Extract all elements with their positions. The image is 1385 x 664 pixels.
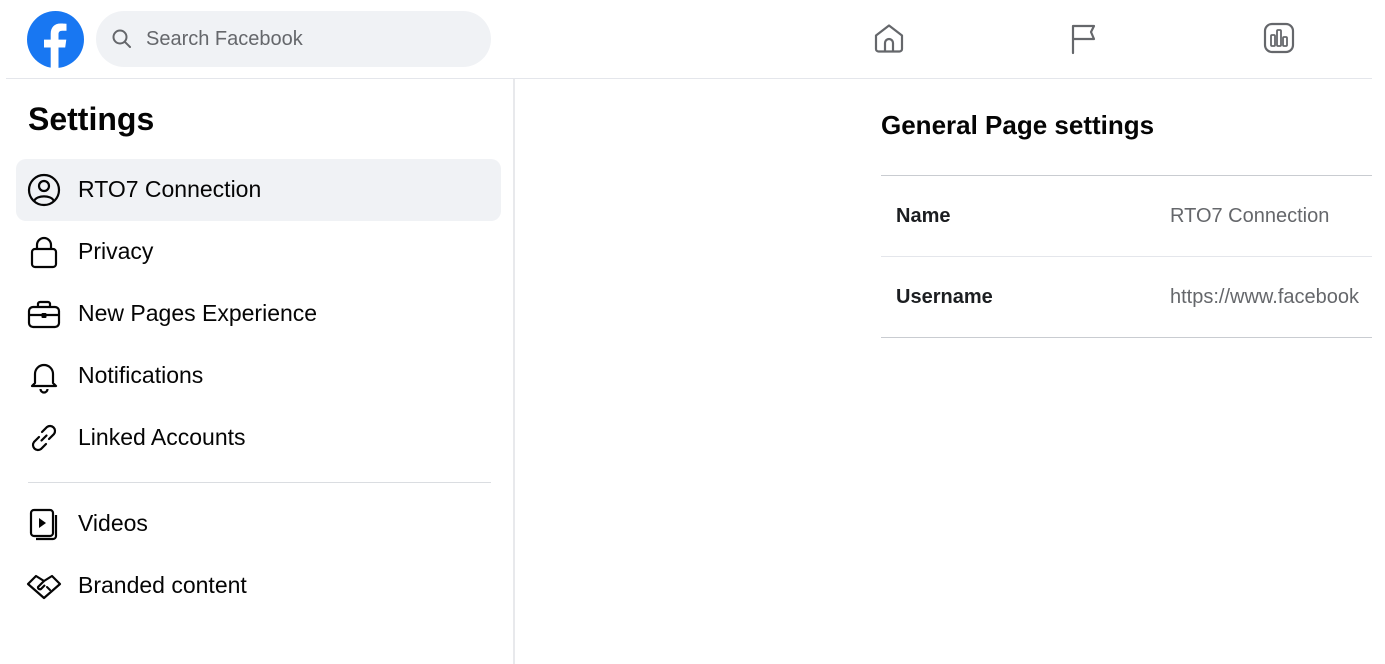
search-input[interactable]: [146, 11, 476, 67]
sidebar-item-new-pages-experience[interactable]: New Pages Experience: [16, 283, 501, 345]
sidebar-item-rto7-connection[interactable]: RTO7 Connection: [16, 159, 501, 221]
insights-icon[interactable]: [1261, 20, 1297, 56]
sidebar-title: Settings: [28, 101, 155, 137]
sidebar-divider: [513, 79, 515, 664]
flag-icon[interactable]: [1066, 20, 1102, 56]
bell-icon: [26, 358, 62, 394]
sidebar-item-branded-content[interactable]: Branded content: [16, 555, 501, 617]
link-icon: [26, 420, 62, 456]
settings-row-username[interactable]: Username https://www.facebook: [881, 257, 1372, 338]
sidebar-item-label: RTO7 Connection: [78, 176, 262, 202]
settings-row-name[interactable]: Name RTO7 Connection: [881, 176, 1372, 257]
facebook-logo-icon[interactable]: [27, 11, 84, 68]
profile-circle-icon: [26, 172, 62, 208]
row-value: RTO7 Connection: [1170, 205, 1330, 227]
sidebar-item-label: Notifications: [78, 362, 204, 388]
top-bar: [0, 0, 1385, 79]
row-label: Username: [896, 286, 993, 308]
general-settings-table: Name RTO7 Connection Username https://ww…: [881, 175, 1372, 338]
home-icon[interactable]: [871, 20, 907, 56]
briefcase-icon: [26, 296, 62, 332]
row-label: Name: [896, 205, 951, 227]
page-title: General Page settings: [881, 110, 1155, 140]
sidebar-item-label: New Pages Experience: [78, 300, 318, 326]
search-icon: [111, 28, 133, 50]
search-box[interactable]: [96, 11, 491, 67]
lock-icon: [26, 234, 62, 270]
sidebar-separator: [28, 482, 491, 483]
sidebar-item-label: Linked Accounts: [78, 424, 246, 450]
row-value: https://www.facebook: [1170, 286, 1359, 308]
handshake-icon: [26, 568, 62, 604]
sidebar-item-privacy[interactable]: Privacy: [16, 221, 501, 283]
sidebar-item-label: Videos: [78, 510, 148, 536]
sidebar-item-notifications[interactable]: Notifications: [16, 345, 501, 407]
video-icon: [26, 506, 62, 542]
sidebar-item-label: Privacy: [78, 238, 154, 264]
sidebar-item-linked-accounts[interactable]: Linked Accounts: [16, 407, 501, 469]
settings-sidebar: Settings RTO7 Connection Privacy New Pag…: [0, 79, 513, 664]
sidebar-item-videos[interactable]: Videos: [16, 493, 501, 555]
sidebar-item-label: Branded content: [78, 572, 247, 598]
